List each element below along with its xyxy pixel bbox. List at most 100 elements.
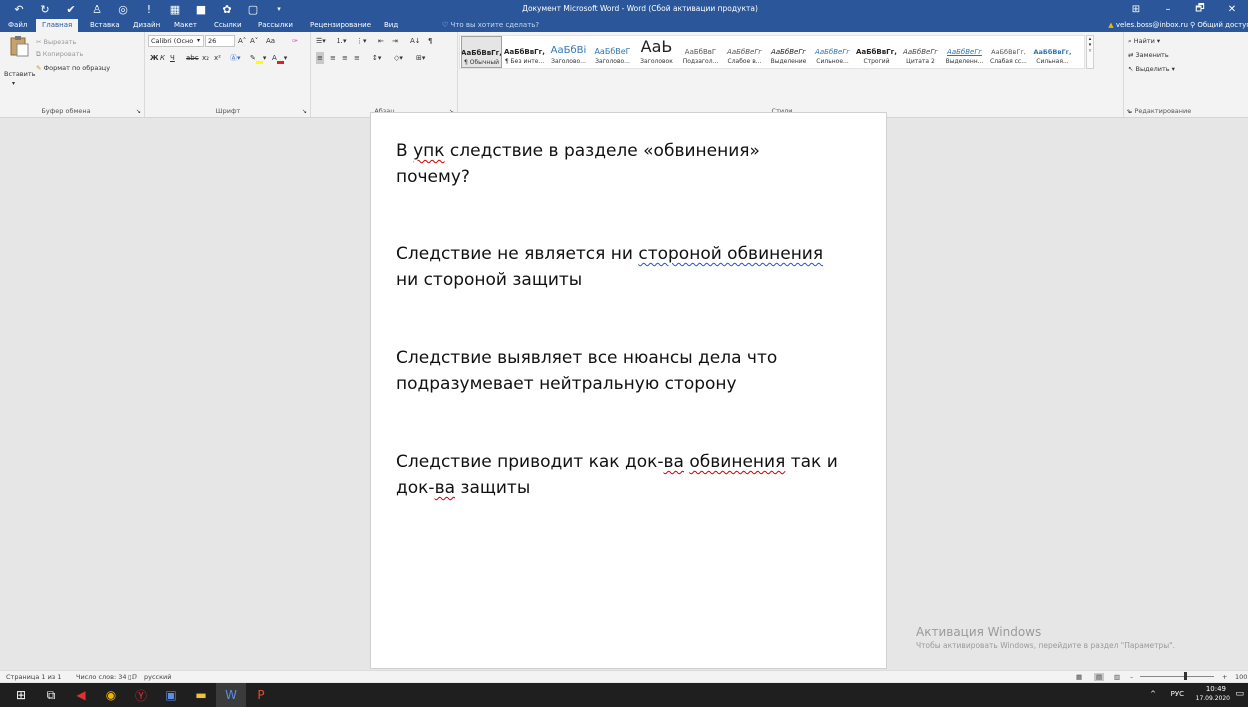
- web-layout-icon[interactable]: ▥: [1114, 673, 1120, 681]
- select-button[interactable]: ↖ Выделить ▾: [1128, 65, 1175, 73]
- notifications-icon[interactable]: ▭: [1235, 689, 1244, 699]
- paste-button[interactable]: [8, 35, 32, 61]
- tab-design[interactable]: Дизайн: [127, 19, 166, 32]
- tab-insert[interactable]: Вставка: [84, 19, 126, 32]
- spelling-error[interactable]: упк: [413, 141, 444, 161]
- line-spacing-icon[interactable]: ↕▾: [372, 52, 381, 64]
- style-item[interactable]: АаБбВвГг, ¶ Без инте...: [504, 36, 545, 68]
- document-page[interactable]: В упк следствие в разделе «обвинения» по…: [370, 112, 887, 669]
- multilevel-list-icon[interactable]: ⋮▾: [356, 35, 367, 47]
- show-formatting-button[interactable]: ¶: [428, 35, 432, 47]
- powerpoint-app-icon[interactable]: P: [246, 683, 276, 707]
- style-item[interactable]: АаБбВеГг Слабое в...: [724, 36, 765, 68]
- style-item[interactable]: АаБбВвГг, Сильная...: [1032, 36, 1073, 68]
- task-view-icon[interactable]: ⧉: [36, 683, 66, 707]
- underline-button[interactable]: Ч: [170, 52, 175, 64]
- style-item[interactable]: АаБбВвГг, Строгий: [856, 36, 897, 68]
- style-item[interactable]: АаБбВеГг Выделение: [768, 36, 809, 68]
- alert-icon[interactable]: !: [136, 0, 162, 18]
- file-explorer-icon[interactable]: ▬: [186, 683, 216, 707]
- opera-icon[interactable]: ◎: [110, 0, 136, 18]
- style-item[interactable]: АаБбВвГ Подзагол...: [680, 36, 721, 68]
- restore-button[interactable]: 🗗: [1184, 0, 1216, 18]
- yandex-browser-icon[interactable]: Ⓨ: [126, 683, 156, 707]
- italic-button[interactable]: К: [160, 52, 165, 64]
- strikethrough-button[interactable]: abc: [186, 52, 199, 64]
- superscript-button[interactable]: x²: [214, 52, 221, 64]
- read-mode-icon[interactable]: ▦: [1076, 673, 1082, 681]
- close-button[interactable]: ✕: [1216, 0, 1248, 18]
- ribbon-display-icon[interactable]: ⊞: [1120, 0, 1152, 18]
- format-painter-button[interactable]: ✎ Формат по образцу: [36, 64, 110, 72]
- style-item[interactable]: АаЬ Заголовок: [636, 36, 677, 68]
- clock-date[interactable]: 17.09.2020: [1196, 695, 1230, 702]
- customize-qat-icon[interactable]: ▾: [266, 0, 292, 18]
- windows-start-icon[interactable]: ⊞: [6, 683, 36, 707]
- subscript-button[interactable]: x₂: [202, 52, 209, 64]
- paste-label[interactable]: Вставить: [4, 70, 35, 78]
- bullets-icon[interactable]: ☰▾: [316, 35, 326, 47]
- print-layout-icon[interactable]: ▤: [1094, 673, 1105, 681]
- spelling-error[interactable]: ва: [664, 452, 684, 472]
- numbering-icon[interactable]: ⒈▾: [336, 35, 347, 47]
- tab-file[interactable]: Файл: [2, 19, 33, 32]
- grow-font-button[interactable]: A˄: [238, 35, 246, 47]
- style-item[interactable]: АаБбВі Заголово...: [548, 36, 589, 68]
- clipboard-launcher-icon[interactable]: ↘: [136, 108, 141, 115]
- copy-button[interactable]: ⧉ Копировать: [36, 50, 83, 59]
- zoom-out-icon[interactable]: –: [1130, 673, 1133, 681]
- highlight-icon[interactable]: ✎ ▾: [250, 52, 266, 64]
- zoom-slider[interactable]: [1140, 676, 1214, 677]
- increase-indent-icon[interactable]: ⇥: [392, 35, 398, 47]
- font-color-icon[interactable]: A ▾: [272, 52, 287, 64]
- redo-icon[interactable]: ↻: [32, 0, 58, 18]
- more-styles-icon[interactable]: ▿: [1087, 48, 1093, 54]
- zoom-slider-thumb[interactable]: [1184, 672, 1187, 680]
- chrome-icon[interactable]: ◉: [96, 683, 126, 707]
- zoom-level[interactable]: 100: [1235, 673, 1247, 681]
- align-right-icon[interactable]: ≡: [342, 52, 348, 64]
- grid-icon[interactable]: ▦: [162, 0, 188, 18]
- sort-button[interactable]: А↓: [410, 35, 421, 47]
- change-case-button[interactable]: Aa: [266, 35, 275, 47]
- page-count[interactable]: Страница 1 из 1: [6, 673, 61, 681]
- align-left-icon[interactable]: ≡: [316, 52, 324, 64]
- collapse-ribbon-icon[interactable]: ↘: [1127, 107, 1135, 115]
- shrink-font-button[interactable]: A˅: [250, 35, 258, 47]
- input-language[interactable]: РУС: [1171, 690, 1184, 698]
- decrease-indent-icon[interactable]: ⇤: [378, 35, 384, 47]
- clear-formatting-icon[interactable]: ✑: [292, 35, 298, 47]
- zoom-in-icon[interactable]: +: [1222, 673, 1227, 681]
- borders-icon[interactable]: ⊞▾: [416, 52, 425, 64]
- cut-button[interactable]: ✂ Вырезать: [36, 38, 76, 46]
- word-count[interactable]: Число слов: 34: [76, 673, 127, 681]
- tab-mailings[interactable]: Рассылки: [252, 19, 299, 32]
- app-arrow-icon[interactable]: ◀: [66, 683, 96, 707]
- font-name-dropdown-icon[interactable]: ▾: [195, 35, 204, 47]
- find-button[interactable]: ⌕ Найти ▾: [1128, 37, 1160, 46]
- font-size-box[interactable]: 26: [205, 35, 235, 47]
- tab-home[interactable]: Главная: [36, 19, 79, 32]
- bug-icon[interactable]: ✿: [214, 0, 240, 18]
- style-item[interactable]: АаБбВвГг, Слабая сс...: [988, 36, 1029, 68]
- style-item[interactable]: АаБбВвГг, ¶ Обычный: [461, 36, 502, 68]
- style-item[interactable]: АаБбВеГг Цитата 2: [900, 36, 941, 68]
- square-icon[interactable]: ■: [188, 0, 214, 18]
- style-item[interactable]: АаБбВеГг Выделенн...: [944, 36, 985, 68]
- tell-me-box[interactable]: ♡ Что вы хотите сделать?: [442, 19, 539, 32]
- tab-review[interactable]: Рецензирование: [304, 19, 377, 32]
- minimize-button[interactable]: –: [1152, 0, 1184, 18]
- undo-icon[interactable]: ↶: [6, 0, 32, 18]
- paste-dropdown-icon[interactable]: ▾: [12, 80, 15, 87]
- bold-button[interactable]: Ж: [150, 52, 159, 64]
- word-app-icon[interactable]: W: [216, 683, 246, 707]
- spelling-error[interactable]: обвинения: [689, 452, 785, 472]
- font-launcher-icon[interactable]: ↘: [302, 108, 307, 115]
- shading-icon[interactable]: ◇▾: [394, 52, 403, 64]
- tab-view[interactable]: Вид: [378, 19, 404, 32]
- align-center-icon[interactable]: ≡: [330, 52, 336, 64]
- clock-time[interactable]: 10:49: [1206, 685, 1226, 693]
- replace-button[interactable]: ⇄ Заменить: [1128, 51, 1169, 59]
- account[interactable]: ▲ veles.boss@inbox.ru: [1108, 19, 1188, 32]
- text-effects-icon[interactable]: Ⓐ▾: [230, 52, 241, 64]
